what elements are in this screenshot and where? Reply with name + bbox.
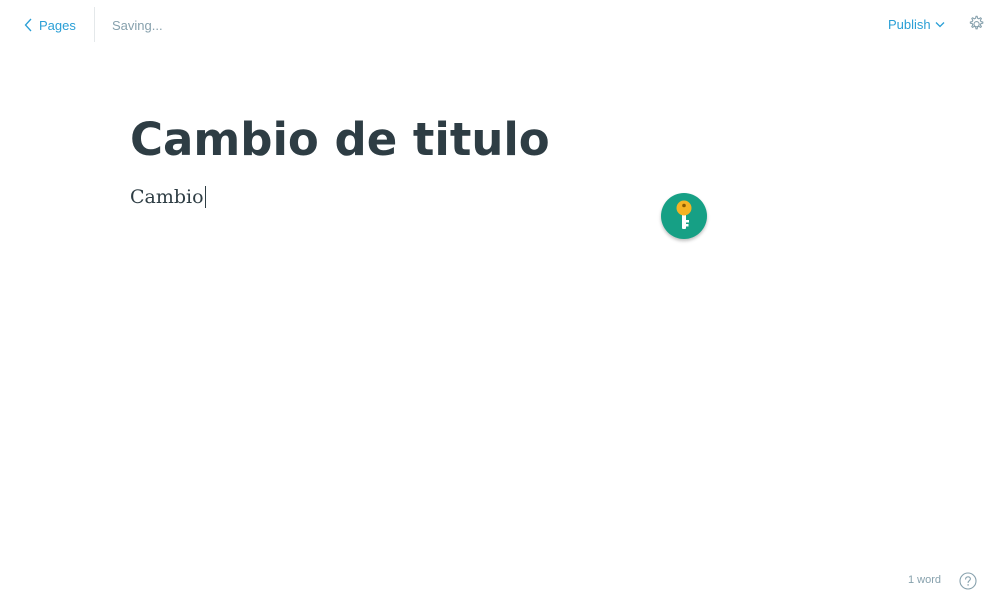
back-to-pages-link[interactable]: Pages [24, 14, 76, 36]
save-status: Saving... [112, 18, 163, 33]
post-body[interactable]: Cambio [130, 184, 870, 210]
publish-label: Publish [888, 17, 931, 32]
publish-button[interactable]: Publish [888, 17, 945, 32]
password-manager-button[interactable] [661, 193, 707, 239]
key-icon [676, 200, 692, 229]
help-icon[interactable] [959, 572, 977, 590]
post-title[interactable]: Cambio de titulo [130, 108, 870, 172]
top-bar: Pages Saving... Publish [0, 0, 1000, 50]
word-count: 1 word [908, 574, 942, 586]
post-body-text: Cambio [130, 186, 204, 208]
editor: Cambio de titulo Cambio [130, 108, 870, 210]
chevron-left-icon [24, 18, 32, 32]
text-caret [204, 186, 206, 208]
chevron-down-icon [935, 22, 945, 28]
gear-icon[interactable] [966, 14, 986, 34]
header-divider [94, 7, 95, 42]
back-link-label: Pages [39, 17, 76, 33]
